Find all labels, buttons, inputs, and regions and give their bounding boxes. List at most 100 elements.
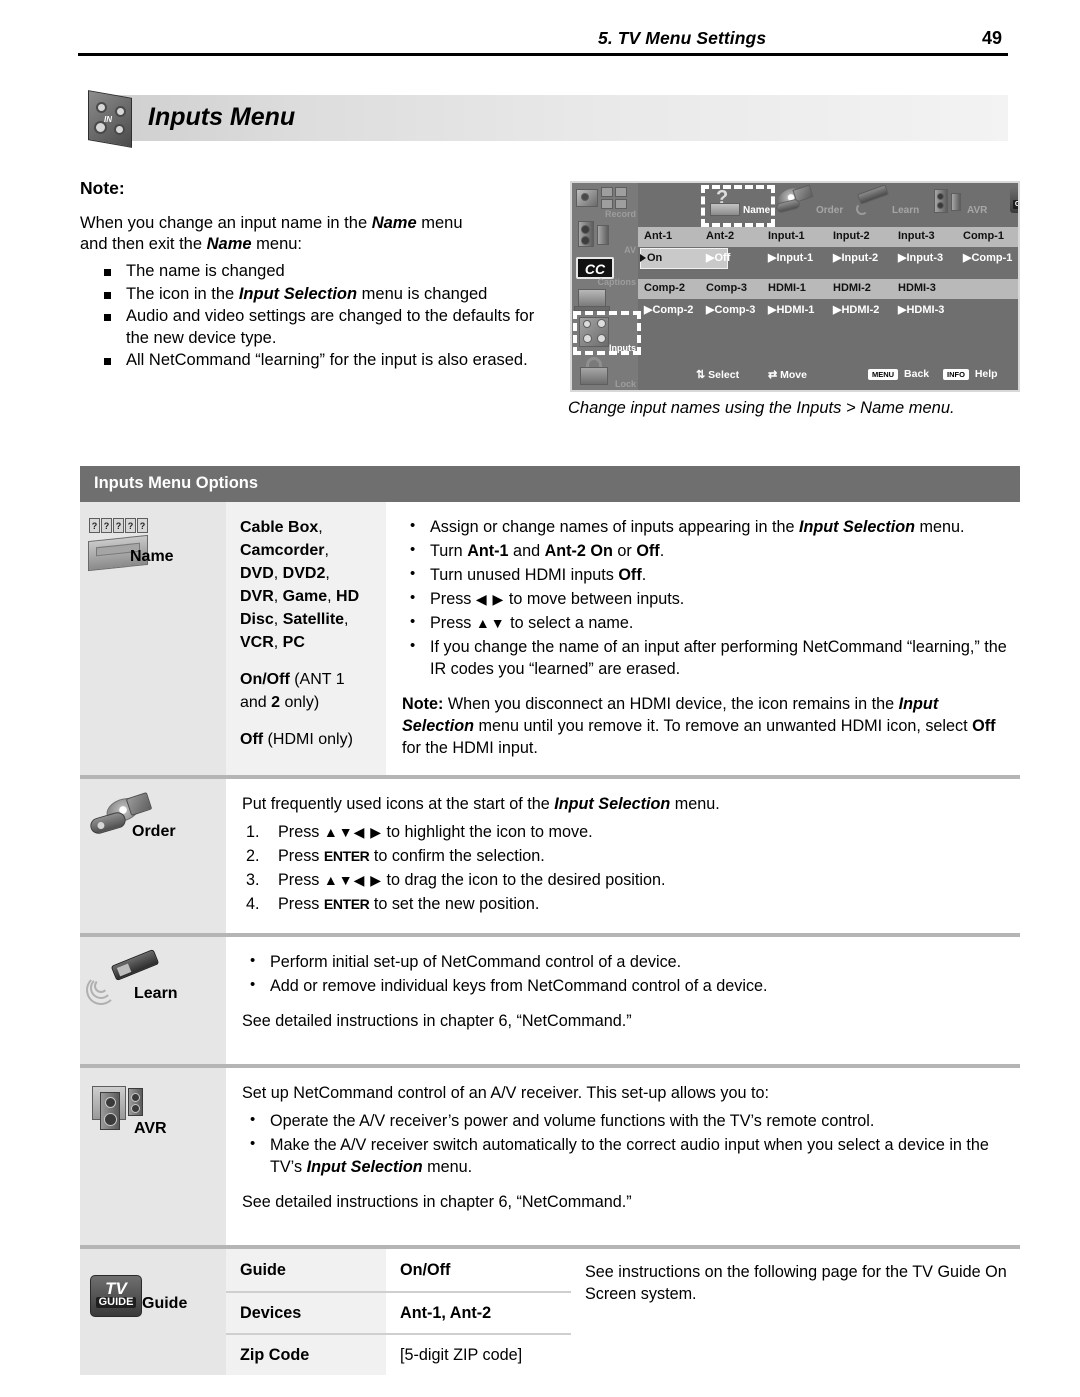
value-disc: Disc xyxy=(240,611,274,628)
table-header: Inputs Menu Options xyxy=(80,466,1020,502)
avr-footer: See detailed instructions in chapter 6, … xyxy=(242,1193,632,1212)
table-row-avr: AVR Set up NetCommand control of an A/V … xyxy=(80,1064,1020,1246)
header-rule xyxy=(78,53,1008,56)
order-intro: Put frequently used icons at the start o… xyxy=(242,793,1008,815)
tv-value[interactable]: ▶Comp-1 xyxy=(963,251,1012,264)
subrow-name: Guide xyxy=(240,1260,286,1279)
tv-value-text: Comp-2 xyxy=(652,304,694,316)
updown-icon: ⇅ xyxy=(696,369,706,381)
chapter-title: 5. TV Menu Settings xyxy=(598,28,767,48)
guide-subtable-values: On/Off Ant-1, Ant-2 [5-digit ZIP code] xyxy=(386,1249,571,1376)
value-dvr: DVR xyxy=(240,588,274,605)
tv-value[interactable]: ▶HDMI-2 xyxy=(833,303,879,316)
list-item: Press ▲▼◀ ▶ to drag the icon to the desi… xyxy=(242,869,1008,891)
figure-caption: Change input names using the Inputs > Na… xyxy=(568,399,955,417)
list-item: The icon in the Input Selection menu is … xyxy=(80,284,550,306)
sidebar-item-lock[interactable]: Lock xyxy=(572,355,638,389)
leftright-icon: ⇄ xyxy=(768,369,778,381)
top-icon-guide[interactable]: TV GUIDE Guide xyxy=(1010,185,1018,223)
tv-col-header: Comp-2 xyxy=(644,282,685,294)
footer-help[interactable]: INFO Help xyxy=(943,368,998,380)
enter-key-label: ENTER xyxy=(323,848,370,864)
list-item: Press ◀ ▶ to move between inputs. xyxy=(402,587,1008,610)
sidebar-label-record: Record xyxy=(604,209,636,219)
list-item: Press ▲▼◀ ▶ to highlight the icon to mov… xyxy=(242,821,1008,843)
table-row-guide: TV GUIDE Guide Guide Devices Zip Code On… xyxy=(80,1245,1020,1376)
footer-select[interactable]: ⇅ Select xyxy=(696,368,739,381)
step-text2: to set the new position. xyxy=(369,895,540,913)
bullet-text-post: menu. xyxy=(915,518,965,536)
step-text1: Press xyxy=(278,871,324,889)
top-icon-order[interactable]: Order xyxy=(775,184,848,223)
tv-value-text: HDMI-1 xyxy=(776,304,815,316)
bullet-text: All NetCommand “learning” for the input … xyxy=(126,351,528,369)
value-cable-box: Cable Box xyxy=(240,519,319,536)
note-intro: When you change an input name in the Nam… xyxy=(80,213,550,255)
step-text1: Press xyxy=(278,847,324,865)
sidebar-item-captions[interactable]: CC Captions xyxy=(572,255,638,287)
note-text3: for the HDMI input. xyxy=(402,739,538,757)
name-values-cell: Cable Box, Camcorder, DVD, DVD2, DVR, Ga… xyxy=(226,502,386,775)
tv-value[interactable]: ▶Input-3 xyxy=(898,251,943,264)
tv-value[interactable]: ▶Input-1 xyxy=(768,251,813,264)
list-item: Add or remove individual keys from NetCo… xyxy=(242,974,1008,997)
bullet-text: Turn xyxy=(430,542,468,560)
avr-bullet-list: Operate the A/V receiver’s power and vol… xyxy=(242,1109,1008,1178)
note-block: Note: When you change an input name in t… xyxy=(80,178,550,373)
learn-icon-cell: Learn xyxy=(80,937,226,1065)
tv-value-text: Input-2 xyxy=(841,252,879,264)
list-item: All NetCommand “learning” for the input … xyxy=(80,350,550,372)
tv-row2-values: ▶Comp-2 ▶Comp-3 ▶HDMI-1 ▶HDMI-2 ▶HDMI-3 xyxy=(638,299,1018,323)
subrow-value: On/Off xyxy=(400,1260,451,1279)
subrow-value: [5-digit ZIP code] xyxy=(386,1333,571,1375)
top-icon-learn[interactable]: Learn xyxy=(856,184,928,223)
footer-label-move: Move xyxy=(780,369,807,381)
footer-label-select: Select xyxy=(708,369,740,381)
sidebar-item-pc[interactable] xyxy=(572,287,638,313)
footer-move[interactable]: ⇄ Move xyxy=(768,368,807,381)
tv-selected-value: On xyxy=(647,252,663,264)
note-intro-text1: When you change an input name in the xyxy=(80,214,372,232)
top-icon-label-avr: AVR xyxy=(967,205,988,216)
note-intro-text4: menu: xyxy=(251,235,303,253)
list-item: Assign or change names of inputs appeari… xyxy=(402,515,1008,538)
table-row-name: ????? Name Cable Box, Camcorder, DVD, DV… xyxy=(80,502,1020,775)
guide-icon-cell: TV GUIDE Guide xyxy=(80,1249,226,1376)
name-icon-cell: ????? Name xyxy=(80,502,226,775)
list-item: Operate the A/V receiver’s power and vol… xyxy=(242,1109,1008,1132)
tv-value[interactable]: ▶Comp-3 xyxy=(706,303,755,316)
tv-row1-headers: Ant-1 Ant-2 Input-1 Input-2 Input-3 Comp… xyxy=(638,227,1018,247)
tv-col-header: HDMI-2 xyxy=(833,282,871,294)
value-dvd2: DVD2 xyxy=(282,565,326,582)
value-onoff: On/Off xyxy=(240,671,290,688)
bullet-bold2: Ant-2 On xyxy=(544,542,613,560)
tv-value[interactable]: ▶Off xyxy=(706,251,730,264)
row-label-learn: Learn xyxy=(134,985,178,1002)
learn-bullet-list: Perform initial set-up of NetCommand con… xyxy=(242,950,1008,997)
top-icon-name[interactable]: ? Name xyxy=(710,187,770,223)
list-item: Audio and video settings are changed to … xyxy=(80,306,550,349)
bullet-bolditalic: Input Selection xyxy=(306,1158,423,1177)
tv-value[interactable]: ▶Comp-2 xyxy=(644,303,693,316)
tv-sidebar: Record AV CC Captions Inputs Lock xyxy=(572,183,638,390)
direction-arrows-icon: ▲▼◀ ▶ xyxy=(323,872,383,888)
tv-col-header: HDMI-1 xyxy=(768,282,806,294)
guide-subtable: Guide Devices Zip Code On/Off Ant-1, Ant… xyxy=(226,1249,1020,1376)
sidebar-item-record[interactable]: Record xyxy=(572,185,638,219)
tv-value[interactable]: ▶HDMI-3 xyxy=(898,303,944,316)
inputs-jack-panel-icon: IN xyxy=(82,90,138,148)
bullet-text: Assign or change names of inputs appeari… xyxy=(430,518,799,536)
section-banner: IN Inputs Menu xyxy=(78,90,1008,148)
bullet-text-post: menu is changed xyxy=(357,284,488,303)
value-and: and xyxy=(240,694,272,711)
sidebar-item-av[interactable]: AV xyxy=(572,219,638,255)
top-icon-avr[interactable]: AVR xyxy=(934,187,1004,223)
tv-value[interactable]: ▶HDMI-1 xyxy=(768,303,814,316)
list-item: Perform initial set-up of NetCommand con… xyxy=(242,950,1008,973)
footer-back[interactable]: MENU Back xyxy=(868,368,929,380)
tv-value-text: Input-3 xyxy=(906,252,944,264)
bullet-text2: menu. xyxy=(422,1158,473,1177)
tv-value[interactable]: ▶Input-2 xyxy=(833,251,878,264)
order-icon-cell: Order xyxy=(80,779,226,933)
table-row-order: Order Put frequently used icons at the s… xyxy=(80,775,1020,933)
